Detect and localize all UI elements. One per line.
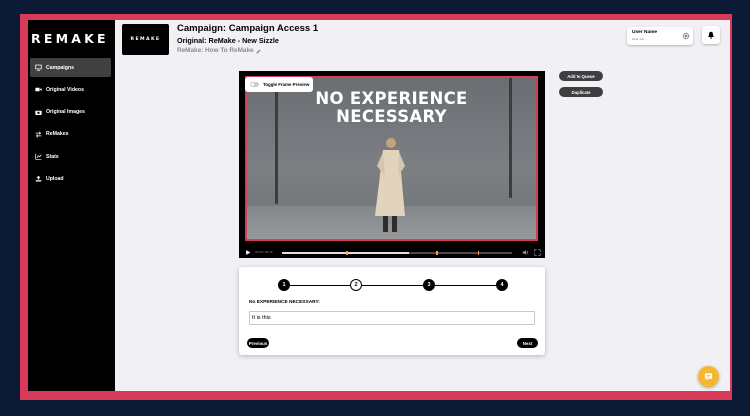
user-menu[interactable]: User Name Dear Jon [627, 27, 693, 45]
sidebar-item-label: Campaigns [46, 64, 74, 71]
volume-icon[interactable] [522, 249, 529, 256]
original-title: Original: ReMake - New Sizzle [177, 36, 279, 45]
thumbnail-logo: REMAKE [130, 37, 161, 42]
headline-text-input[interactable] [249, 311, 535, 325]
sidebar-item-label: Upload [46, 175, 64, 182]
sidebar-item-label: Stats [46, 153, 59, 160]
field-label: No EXPERIENCE NECESSARY: [249, 300, 320, 305]
remake-link[interactable]: ReMake: How To ReMake [177, 46, 318, 56]
sidebar-item-label: Original Images [46, 109, 85, 116]
video-progress-bar[interactable] [282, 250, 512, 255]
video-time: 00:00 / 00:16 [255, 250, 273, 254]
stepper-line [283, 285, 503, 286]
app-window: REMAKE Campaigns Original Videos Origina… [28, 20, 730, 391]
step-4[interactable]: 4 [496, 279, 508, 291]
toggle-switch[interactable] [250, 82, 259, 87]
campaign-thumbnail: REMAKE [122, 24, 169, 55]
headline-line-2: NECESSARY [336, 107, 447, 126]
video-headline: NO EXPERIENCE NECESSARY [247, 90, 536, 126]
video-camera-icon [34, 86, 42, 94]
toggle-label: Toggle Frame Preview [263, 82, 310, 87]
remake-link-label: ReMake: How To ReMake [177, 47, 254, 54]
sidebar-item-campaigns[interactable]: Campaigns [30, 58, 111, 77]
toggle-frame-preview[interactable]: Toggle Frame Preview [245, 77, 313, 92]
camera-icon [34, 108, 42, 116]
bell-icon [708, 31, 714, 39]
woman-figure [375, 138, 405, 232]
swap-icon [34, 130, 42, 138]
sidebar-item-label: Original Videos [46, 86, 84, 93]
sidebar-nav: Campaigns Original Videos Original Image… [30, 58, 111, 192]
user-subtitle: Dear Jon [632, 37, 645, 41]
stepper-card: 1 2 3 4 No EXPERIENCE NECESSARY: Previou… [239, 267, 545, 355]
page-header: Campaign: Campaign Access 1 Original: Re… [177, 23, 318, 56]
sidebar-item-label: ReMakes [46, 131, 69, 138]
chat-button[interactable] [698, 366, 719, 387]
page-title: Campaign: Campaign Access 1 [177, 23, 319, 34]
notifications-button[interactable] [702, 26, 720, 44]
monitor-icon [34, 64, 42, 72]
video-player[interactable]: NO EXPERIENCE NECESSARY Toggle Frame Pre… [239, 71, 545, 258]
fullscreen-icon[interactable] [534, 249, 541, 256]
upload-icon [34, 175, 42, 183]
sidebar-item-upload[interactable]: Upload [30, 169, 111, 188]
video-progress-fill [282, 252, 409, 254]
chat-icon [704, 373, 713, 381]
add-to-queue-button[interactable]: Add to Queue [559, 71, 603, 81]
step-3[interactable]: 3 [423, 279, 435, 291]
gear-icon[interactable] [682, 32, 690, 40]
video-controls: 00:00 / 00:16 [239, 247, 545, 258]
chart-icon [34, 153, 42, 161]
step-2[interactable]: 2 [350, 279, 362, 291]
duplicate-button[interactable]: Duplicate [559, 87, 603, 97]
play-icon[interactable] [245, 249, 251, 256]
timeline-marker[interactable] [477, 250, 479, 255]
sidebar-item-original-videos[interactable]: Original Videos [30, 80, 111, 99]
video-frame: NO EXPERIENCE NECESSARY [245, 76, 538, 241]
timeline-marker[interactable] [346, 250, 348, 255]
headline-line-1: NO EXPERIENCE [315, 89, 468, 108]
logo: REMAKE [31, 31, 109, 46]
sidebar-item-stats[interactable]: Stats [30, 147, 111, 166]
previous-button[interactable]: Previous [247, 338, 269, 348]
user-name: User Name [632, 30, 658, 35]
next-button[interactable]: Next [517, 338, 538, 348]
step-1[interactable]: 1 [278, 279, 290, 291]
edit-icon [256, 49, 261, 53]
sidebar-item-remakes[interactable]: ReMakes [30, 125, 111, 144]
sidebar: REMAKE Campaigns Original Videos Origina… [28, 20, 115, 391]
timeline-marker[interactable] [436, 250, 438, 255]
sidebar-item-original-images[interactable]: Original Images [30, 103, 111, 122]
